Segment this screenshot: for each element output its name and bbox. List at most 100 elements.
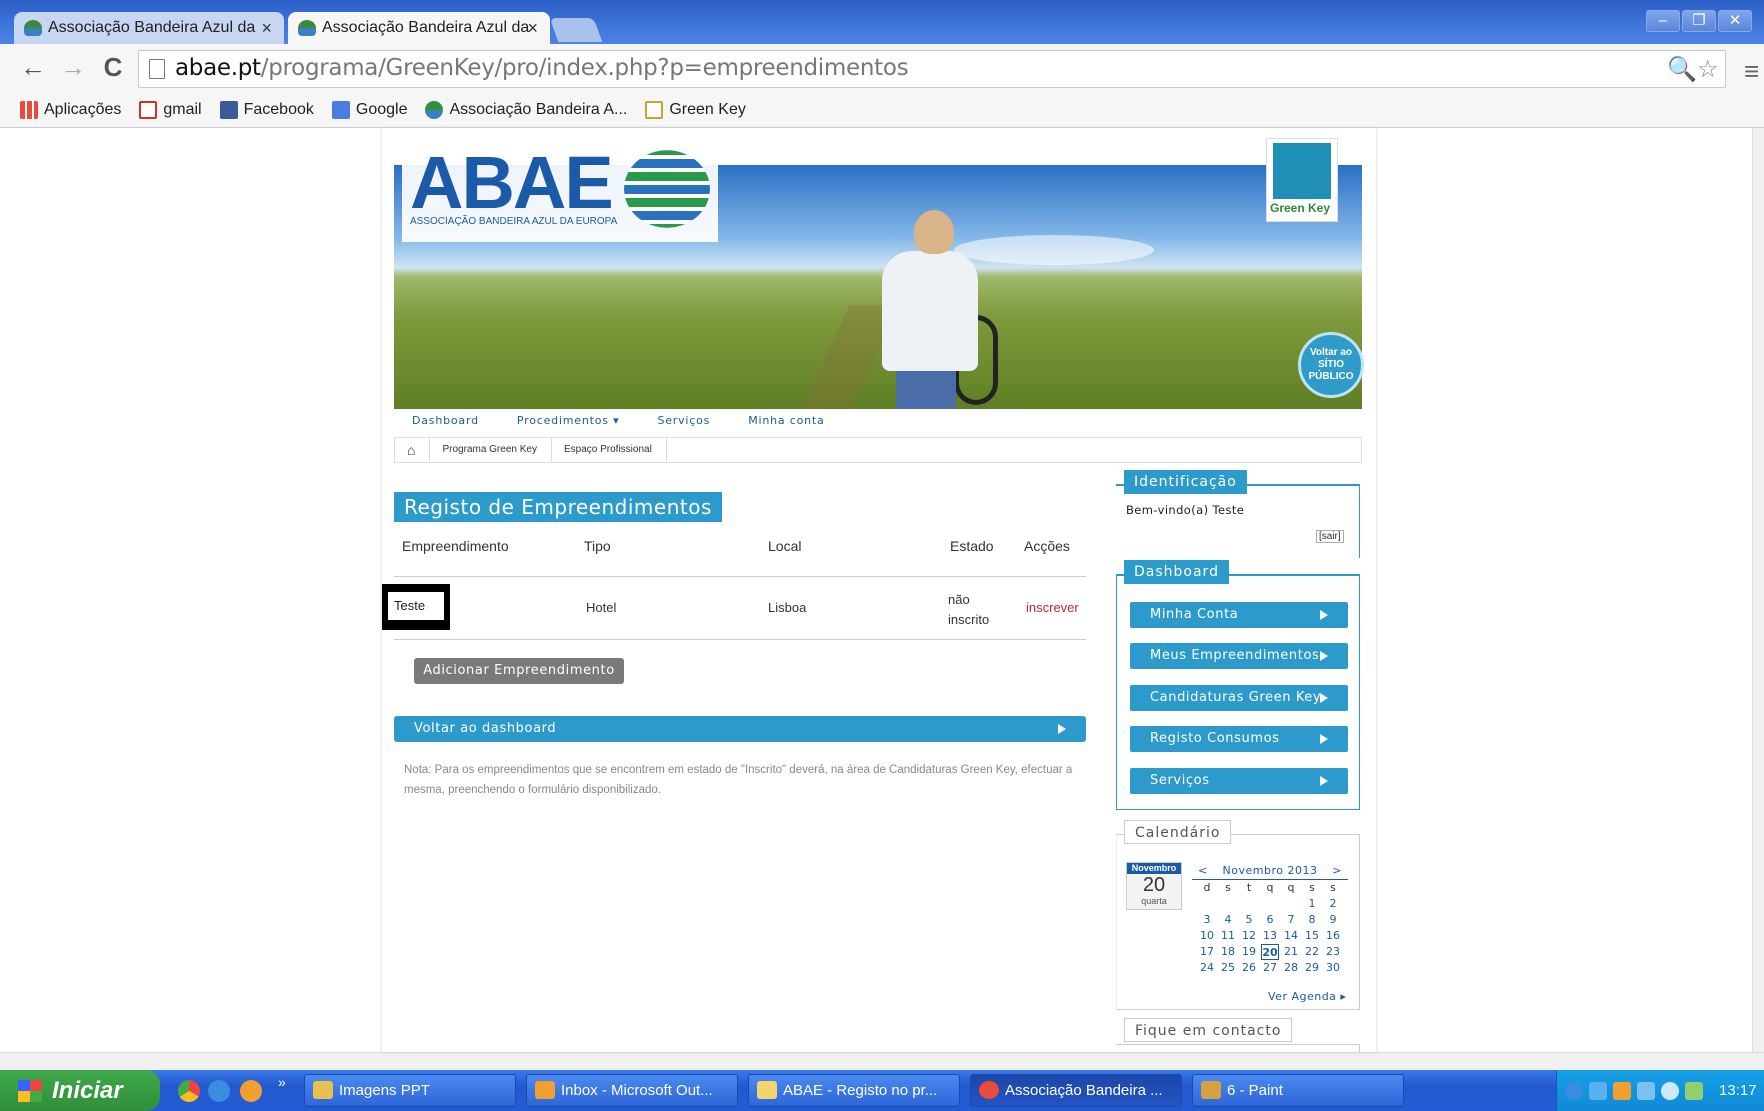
abae-icon bbox=[425, 100, 444, 119]
arrow-right-icon bbox=[1320, 776, 1328, 786]
cal-date[interactable]: 22 bbox=[1303, 944, 1321, 960]
cal-date[interactable]: 30 bbox=[1324, 960, 1342, 976]
cal-date[interactable]: 19 bbox=[1240, 944, 1258, 960]
messenger-icon[interactable] bbox=[1661, 1082, 1679, 1100]
outlook-tray-icon[interactable] bbox=[1613, 1082, 1631, 1100]
nav-dashboard[interactable]: Dashboard bbox=[412, 414, 479, 427]
inscrever-link[interactable]: inscrever bbox=[1026, 600, 1079, 615]
meus-empreendimentos-button[interactable]: Meus Empreendimentos bbox=[1130, 643, 1348, 669]
new-tab-button[interactable] bbox=[549, 18, 603, 42]
task-chrome-active[interactable]: Associação Bandeira ... bbox=[970, 1074, 1182, 1107]
tab-abae-2-active[interactable]: Associação Bandeira Azul da × bbox=[288, 12, 550, 44]
maximize-button[interactable]: ❐ bbox=[1682, 10, 1716, 32]
task-abae-registo[interactable]: ABAE - Registo no pr... bbox=[748, 1074, 960, 1107]
cal-date[interactable]: 6 bbox=[1261, 912, 1279, 928]
voltar-sitio-publico-button[interactable]: Voltar ao SÍTIO PÚBLICO bbox=[1298, 332, 1364, 398]
reload-button[interactable]: C bbox=[98, 52, 128, 82]
calendario-title: Calendário bbox=[1124, 820, 1232, 844]
ie-quicklaunch-icon[interactable] bbox=[208, 1080, 230, 1102]
chrome-quicklaunch-icon[interactable] bbox=[178, 1080, 200, 1102]
close-tab-icon[interactable]: × bbox=[261, 12, 272, 44]
network-icon[interactable] bbox=[1589, 1082, 1607, 1100]
cell-empreendimento[interactable]: Teste bbox=[388, 592, 444, 620]
cal-date[interactable]: 28 bbox=[1282, 960, 1300, 976]
bookmark-gmail[interactable]: gmail bbox=[139, 100, 202, 119]
cal-date[interactable]: 21 bbox=[1282, 944, 1300, 960]
horizontal-scrollbar[interactable] bbox=[0, 1052, 1764, 1070]
close-tab-icon[interactable]: × bbox=[527, 12, 538, 44]
task-paint[interactable]: 6 - Paint bbox=[1192, 1074, 1404, 1107]
cal-date[interactable]: 25 bbox=[1219, 960, 1237, 976]
breadcrumb-espaco[interactable]: Espaço Profissional bbox=[552, 438, 667, 462]
cal-prev-button[interactable]: < bbox=[1198, 864, 1208, 877]
cal-date[interactable]: 12 bbox=[1240, 928, 1258, 944]
cal-next-button[interactable]: > bbox=[1332, 864, 1342, 877]
cal-date[interactable]: 16 bbox=[1324, 928, 1342, 944]
table-row-highlight: Teste bbox=[382, 584, 450, 630]
add-empreendimento-button[interactable]: Adicionar Empreendimento bbox=[414, 658, 624, 684]
cal-date[interactable]: 23 bbox=[1324, 944, 1342, 960]
cal-date[interactable]: 7 bbox=[1282, 912, 1300, 928]
sair-link[interactable]: [sair] bbox=[1316, 530, 1344, 543]
address-bar[interactable]: abae.pt/programa/GreenKey/pro/index.php?… bbox=[138, 50, 1726, 88]
cal-date[interactable]: 14 bbox=[1282, 928, 1300, 944]
tab-abae-1[interactable]: Associação Bandeira Azul da × bbox=[14, 12, 284, 44]
tab-title: Associação Bandeira Azul da bbox=[322, 19, 530, 36]
cal-date[interactable]: 18 bbox=[1219, 944, 1237, 960]
cal-date-today[interactable]: 20 bbox=[1261, 944, 1279, 960]
start-button[interactable]: Iniciar bbox=[0, 1070, 160, 1111]
wifi-icon[interactable] bbox=[1685, 1082, 1703, 1100]
home-icon[interactable]: ⌂ bbox=[395, 438, 431, 462]
cal-date[interactable]: 9 bbox=[1324, 912, 1342, 928]
bookmark-facebook[interactable]: Facebook bbox=[219, 100, 314, 119]
cal-date[interactable]: 10 bbox=[1198, 928, 1216, 944]
cal-date[interactable]: 29 bbox=[1303, 960, 1321, 976]
cal-date[interactable]: 1 bbox=[1303, 896, 1321, 912]
breadcrumb-programa[interactable]: Programa Green Key bbox=[430, 438, 552, 462]
cal-date[interactable]: 3 bbox=[1198, 912, 1216, 928]
cal-date[interactable]: 13 bbox=[1261, 928, 1279, 944]
bookmark-google[interactable]: Google bbox=[331, 100, 407, 119]
registo-consumos-button[interactable]: Registo Consumos bbox=[1130, 726, 1348, 752]
voltar-dashboard-button[interactable]: Voltar ao dashboard bbox=[394, 716, 1086, 742]
bookmark-star-icon[interactable]: ☆ bbox=[1697, 55, 1719, 84]
back-button[interactable]: ← bbox=[18, 52, 48, 82]
task-outlook-inbox[interactable]: Inbox - Microsoft Out... bbox=[526, 1074, 738, 1107]
green-key-logo[interactable]: Green Key bbox=[1266, 138, 1338, 222]
servicos-button[interactable]: Serviços bbox=[1130, 768, 1348, 794]
cal-date[interactable]: 27 bbox=[1261, 960, 1279, 976]
zoom-icon[interactable]: 🔍 bbox=[1667, 55, 1697, 84]
cal-date[interactable]: 26 bbox=[1240, 960, 1258, 976]
cal-date[interactable]: 11 bbox=[1219, 928, 1237, 944]
bookmark-abae[interactable]: Associação Bandeira A... bbox=[425, 100, 627, 119]
abae-logo[interactable]: ABAE ASSOCIAÇÃO BANDEIRA AZUL DA EUROPA bbox=[402, 138, 718, 242]
ver-agenda-link[interactable]: Ver Agenda ▸ bbox=[1268, 990, 1346, 1003]
nav-servicos[interactable]: Serviços bbox=[657, 414, 710, 427]
cal-date[interactable]: 5 bbox=[1240, 912, 1258, 928]
bookmark-folder-green-key[interactable]: Green Key bbox=[645, 100, 746, 119]
outlook-quicklaunch-icon[interactable] bbox=[240, 1080, 262, 1102]
display-icon[interactable] bbox=[1637, 1082, 1655, 1100]
nav-procedimentos[interactable]: Procedimentos ▾ bbox=[517, 414, 620, 427]
tray-expand-icon[interactable] bbox=[1565, 1082, 1583, 1100]
forward-button[interactable]: → bbox=[58, 52, 88, 82]
cal-date[interactable]: 24 bbox=[1198, 960, 1216, 976]
bookmark-apps[interactable]: Aplicações bbox=[20, 100, 121, 119]
candidaturas-green-key-button[interactable]: Candidaturas Green Key bbox=[1130, 685, 1348, 711]
cal-date[interactable]: 17 bbox=[1198, 944, 1216, 960]
chrome-menu-icon[interactable]: ≡ bbox=[1744, 56, 1759, 87]
close-window-button[interactable]: ✕ bbox=[1718, 10, 1752, 32]
nav-minha-conta[interactable]: Minha conta bbox=[748, 414, 824, 427]
cal-date[interactable]: 15 bbox=[1303, 928, 1321, 944]
task-imagens-ppt[interactable]: Imagens PPT bbox=[304, 1074, 516, 1107]
minha-conta-button[interactable]: Minha Conta bbox=[1130, 602, 1348, 628]
logo-text: ABAE bbox=[410, 141, 614, 224]
vertical-scrollbar[interactable] bbox=[1752, 128, 1764, 1052]
windows-flag-icon bbox=[18, 1080, 42, 1102]
cal-date[interactable]: 2 bbox=[1324, 896, 1342, 912]
cal-date[interactable]: 4 bbox=[1219, 912, 1237, 928]
minimize-button[interactable]: – bbox=[1646, 10, 1680, 32]
outlook-icon bbox=[535, 1081, 555, 1099]
cal-date[interactable]: 8 bbox=[1303, 912, 1321, 928]
quicklaunch-more[interactable]: » bbox=[278, 1074, 286, 1090]
